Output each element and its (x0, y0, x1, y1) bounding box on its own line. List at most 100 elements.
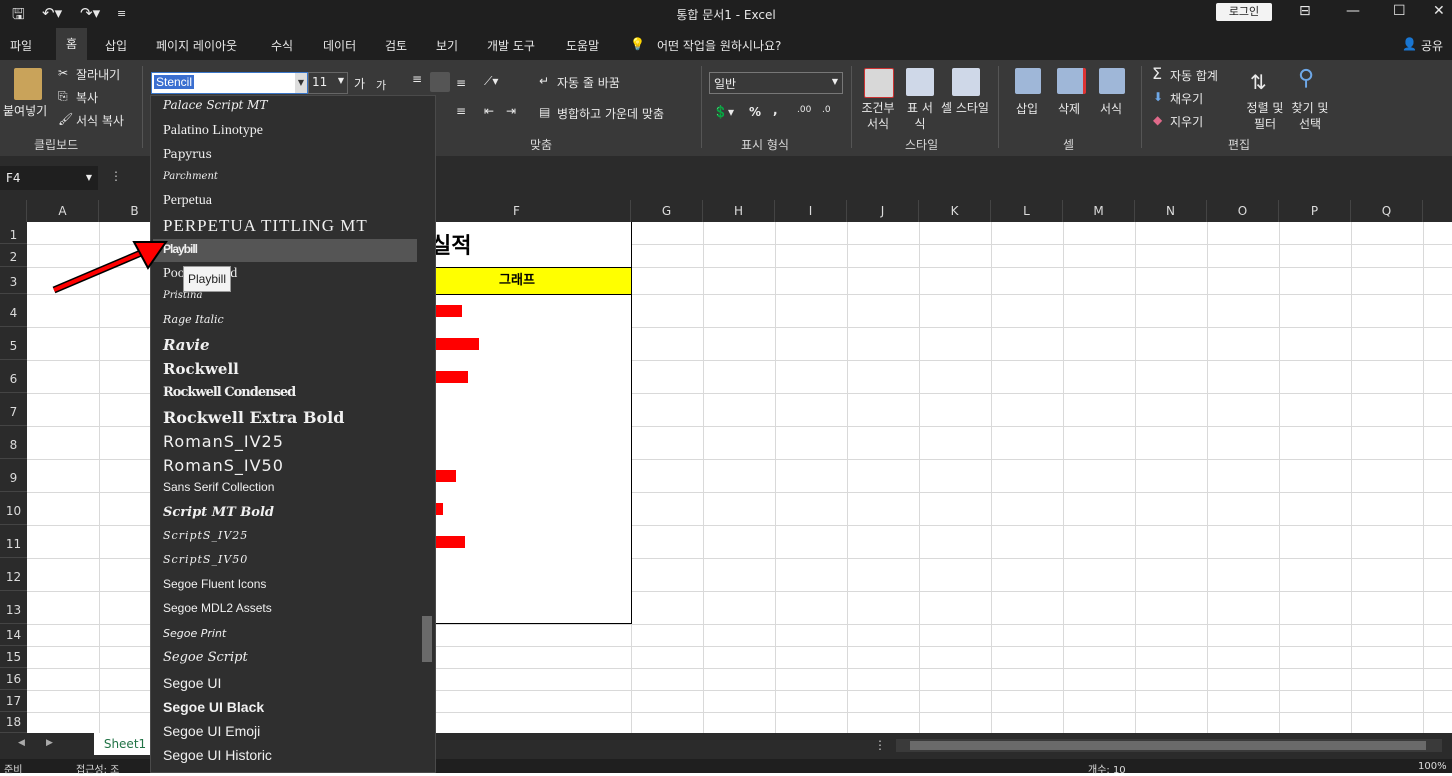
cell-style-button[interactable]: 셀 스타일 (940, 100, 990, 116)
orientation-icon[interactable]: ⟋▾ (484, 74, 498, 89)
chevron-down-icon[interactable]: ▼ (338, 76, 344, 85)
merge-center-button[interactable]: 병합하고 가운데 맞춤 (557, 105, 664, 122)
row-header[interactable]: 8 (0, 426, 27, 459)
share-button[interactable]: 공유 (1421, 37, 1443, 54)
column-header[interactable]: P (1279, 200, 1351, 222)
font-dropdown-list[interactable]: Palace Script MT Palatino Linotype Papyr… (150, 95, 436, 773)
format-painter-button[interactable]: 서식 복사 (76, 112, 124, 129)
scroll-left-icon[interactable]: ◀ (18, 738, 25, 748)
tab-data[interactable]: 데이터 (323, 37, 356, 54)
font-list-item[interactable]: Segoe Script (163, 650, 248, 665)
more-icon[interactable]: ⋮ (110, 169, 122, 183)
tell-me-box[interactable]: 어떤 작업을 원하시나요? (657, 37, 781, 54)
accessibility-status[interactable]: 접근성: 조 (76, 761, 119, 776)
format-painter-icon[interactable]: 🖌 (58, 112, 73, 126)
comma-button[interactable]: , (773, 103, 778, 117)
font-list-item[interactable]: RomanS_IV25 (163, 432, 284, 451)
maximize-icon[interactable]: ☐ (1393, 3, 1406, 19)
row-header[interactable]: 16 (0, 668, 27, 690)
cut-icon[interactable]: ✂ (58, 66, 68, 80)
share-icon[interactable]: 👤 (1402, 37, 1417, 51)
copy-button[interactable]: 복사 (76, 89, 98, 106)
font-list-item[interactable]: ScriptS_IV25 (163, 529, 248, 542)
row-header[interactable]: 3 (0, 267, 27, 294)
column-header[interactable]: A (27, 200, 99, 222)
row-header[interactable]: 13 (0, 591, 27, 624)
tab-developer[interactable]: 개발 도구 (487, 37, 535, 54)
font-list-item[interactable]: RomanS_IV50 (163, 456, 284, 475)
grow-font-button[interactable]: 가 (354, 75, 365, 92)
font-list-item[interactable]: Segoe UI Emoji (163, 723, 260, 739)
row-header[interactable]: 14 (0, 624, 27, 646)
clear-button[interactable]: 지우기 (1170, 113, 1203, 130)
eraser-icon[interactable]: ◆ (1153, 113, 1162, 127)
percent-button[interactable]: % (749, 105, 761, 119)
copy-icon[interactable]: ⎘ (58, 89, 68, 104)
graph-header[interactable]: 그래프 (403, 267, 631, 295)
font-list-item[interactable]: Rage Italic (163, 313, 224, 326)
tab-review[interactable]: 검토 (385, 37, 407, 54)
column-header[interactable]: J (847, 200, 919, 222)
tab-file[interactable]: 파일 (10, 37, 32, 54)
row-header[interactable]: 7 (0, 393, 27, 426)
font-list-item[interactable]: Rockwell (163, 360, 239, 378)
ribbon-display-icon[interactable]: ⊟ (1299, 3, 1311, 19)
find-select-button[interactable]: 찾기 및 선택 (1288, 100, 1332, 132)
column-header[interactable]: H (703, 200, 775, 222)
scroll-right-icon[interactable]: ▶ (46, 738, 53, 748)
paste-icon[interactable] (14, 68, 42, 100)
row-header[interactable]: 6 (0, 360, 27, 393)
paste-button[interactable]: 붙여넣기 (3, 102, 47, 119)
font-name-input[interactable]: Stencil ▼ (151, 72, 308, 94)
tab-page-layout[interactable]: 페이지 레이아웃 (156, 37, 237, 54)
font-list-item[interactable]: Ravie (163, 336, 210, 354)
font-list-item[interactable]: PERPETUA TITLING MT (163, 216, 368, 236)
accounting-icon[interactable]: 💲▾ (713, 105, 734, 119)
tab-view[interactable]: 보기 (436, 37, 458, 54)
font-list-item[interactable]: Segoe UI (163, 675, 221, 691)
select-all-corner[interactable] (0, 200, 27, 222)
login-button[interactable]: 로그인 (1216, 3, 1272, 21)
tab-home[interactable]: 홈 (56, 28, 88, 60)
font-list-item[interactable]: Rockwell Condensed (163, 385, 296, 400)
font-list-item[interactable]: Palace Script MT (163, 98, 267, 112)
align-bottom-icon[interactable]: ≡ (456, 76, 466, 90)
column-header[interactable]: O (1207, 200, 1279, 222)
wrap-icon[interactable]: ↵ (539, 74, 549, 88)
column-header[interactable]: N (1135, 200, 1207, 222)
more-icon[interactable]: ⋮ (874, 738, 886, 752)
table-format-icon[interactable] (906, 68, 934, 96)
column-header[interactable]: M (1063, 200, 1135, 222)
sort-filter-button[interactable]: 정렬 및 필터 (1244, 100, 1286, 132)
row-header[interactable]: 5 (0, 327, 27, 360)
column-header[interactable]: K (919, 200, 991, 222)
column-header[interactable]: Q (1351, 200, 1423, 222)
align-top-icon[interactable]: ≡ (412, 72, 422, 86)
font-list-item[interactable]: Sans Serif Collection (163, 480, 274, 494)
column-header[interactable]: I (775, 200, 847, 222)
column-header[interactable]: F (403, 200, 631, 222)
increase-indent-icon[interactable]: ⇥ (506, 104, 516, 118)
font-list-item[interactable]: Palatino Linotype (163, 123, 263, 139)
row-header[interactable]: 11 (0, 525, 27, 558)
conditional-format-icon[interactable] (864, 68, 894, 98)
horizontal-scrollbar[interactable] (896, 739, 1442, 752)
font-dropdown-arrow[interactable]: ▼ (295, 73, 307, 93)
font-list-item[interactable]: Segoe Print (163, 627, 226, 640)
insert-cells-icon[interactable] (1015, 68, 1041, 94)
sheet-tab[interactable]: Sheet1 (94, 733, 156, 755)
chevron-down-icon[interactable]: ▼ (832, 77, 838, 86)
autosum-button[interactable]: 자동 합계 (1170, 67, 1218, 84)
increase-decimal-icon[interactable]: .00 (797, 105, 811, 115)
sigma-icon[interactable]: Σ (1152, 64, 1162, 83)
scrollbar-thumb[interactable] (910, 741, 1426, 750)
font-list-item[interactable]: ScriptS_IV50 (163, 553, 248, 566)
format-cells-button[interactable]: 서식 (1100, 100, 1122, 117)
shrink-font-button[interactable]: 가 (376, 77, 386, 93)
font-list-item[interactable]: Script MT Bold (163, 505, 274, 520)
magnifier-icon[interactable]: ⚲ (1298, 66, 1314, 91)
insert-cells-button[interactable]: 삽입 (1016, 100, 1038, 117)
column-header[interactable]: G (631, 200, 703, 222)
font-size-input[interactable]: 11 ▼ (308, 72, 348, 94)
table-format-button[interactable]: 표 서식 (902, 100, 938, 132)
